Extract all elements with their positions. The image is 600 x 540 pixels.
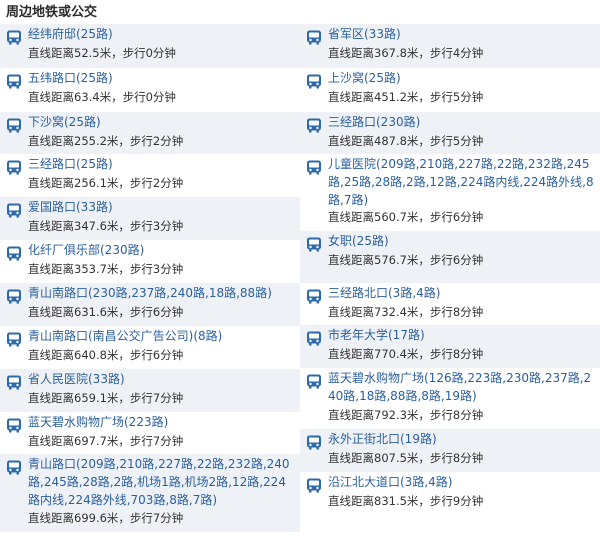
stop-name[interactable]: 省人民医院(33路) [28,370,296,388]
stop-distance: 直线距离451.2米，步行5分钟 [328,90,484,104]
stop-item[interactable]: 三经路口(230路) 直线距离487.8米，步行5分钟 [300,112,600,154]
stop-item[interactable]: 下沙窝(25路) 直线距离255.2米，步行2分钟 [0,112,300,154]
stop-distance: 直线距离697.7米，步行7分钟 [28,434,184,448]
stop-name[interactable]: 儿童医院(209路,210路,227路,22路,232路,245路,25路,28… [328,155,596,209]
stop-distance: 直线距离560.7米，步行6分钟 [328,210,484,224]
stop-distance: 直线距离770.4米，步行8分钟 [328,347,484,361]
stop-name[interactable]: 三经路口(230路) [328,113,596,131]
bus-icon [6,203,22,218]
stop-item[interactable]: 五纬路口(25路) 直线距离63.4米，步行0分钟 [0,68,300,112]
stop-item[interactable]: 青山路口(209路,210路,227路,22路,232路,240路,245路,2… [0,454,300,532]
right-column: 省军区(33路) 直线距离367.8米，步行4分钟 上沙窝(25路) 直线距离4… [300,24,600,516]
stop-item[interactable]: 化纤厂俱乐部(230路) 直线距离353.7米，步行3分钟 [0,240,300,283]
bus-icon [6,160,22,175]
stop-distance: 直线距离699.6米，步行7分钟 [28,511,184,525]
stop-name[interactable]: 沿江北大道口(3路,4路) [328,473,596,491]
stop-item[interactable]: 经纬府邸(25路) 直线距离52.5米，步行0分钟 [0,24,300,68]
bus-icon [6,289,22,304]
bus-icon [306,289,322,304]
bus-icon [306,118,322,133]
bus-icon [306,237,322,252]
stop-distance: 直线距离807.5米，步行8分钟 [328,451,484,465]
stop-item[interactable]: 沿江北大道口(3路,4路) 直线距离831.5米，步行9分钟 [300,472,600,516]
stop-item[interactable]: 儿童医院(209路,210路,227路,22路,232路,245路,25路,28… [300,154,600,231]
bus-icon [306,74,322,89]
bus-icon [6,460,22,475]
stop-distance: 直线距离255.2米，步行2分钟 [28,134,184,148]
stop-name[interactable]: 永外正街北口(19路) [328,430,596,448]
stop-item[interactable]: 三经路口(25路) 直线距离256.1米，步行2分钟 [0,154,300,197]
stop-name[interactable]: 蓝天碧水购物广场(126路,223路,230路,237路,240路,18路,88… [328,369,596,405]
stop-distance: 直线距离256.1米，步行2分钟 [28,176,184,190]
bus-icon [306,435,322,450]
stop-item[interactable]: 省军区(33路) 直线距离367.8米，步行4分钟 [300,24,600,68]
stop-distance: 直线距离347.6米，步行3分钟 [28,219,184,233]
stop-item[interactable]: 青山南路口(南昌公交广告公司)(8路) 直线距离640.8米，步行6分钟 [0,326,300,369]
bus-icon [306,478,322,493]
stop-distance: 直线距离52.5米，步行0分钟 [28,46,176,60]
stop-item[interactable]: 永外正街北口(19路) 直线距离807.5米，步行8分钟 [300,429,600,472]
stop-name[interactable]: 青山南路口(230路,237路,240路,18路,88路) [28,284,296,302]
stop-distance: 直线距离659.1米，步行7分钟 [28,391,184,405]
stop-name[interactable]: 经纬府邸(25路) [28,25,296,43]
stop-distance: 直线距离63.4米，步行0分钟 [28,90,176,104]
stop-item[interactable]: 女职(25路) 直线距离576.7米，步行6分钟 [300,231,600,283]
stop-distance: 直线距离353.7米，步行3分钟 [28,262,184,276]
stop-item[interactable]: 青山南路口(230路,237路,240路,18路,88路) 直线距离631.6米… [0,283,300,326]
left-column: 经纬府邸(25路) 直线距离52.5米，步行0分钟 五纬路口(25路) 直线距离… [0,24,300,532]
stop-name[interactable]: 蓝天碧水购物广场(223路) [28,413,296,431]
bus-icon [6,332,22,347]
stop-name[interactable]: 市老年大学(17路) [328,326,596,344]
bus-icon [6,375,22,390]
stop-name[interactable]: 三经路口(25路) [28,155,296,173]
stop-item[interactable]: 市老年大学(17路) 直线距离770.4米，步行8分钟 [300,325,600,368]
bus-icon [6,30,22,45]
stop-name[interactable]: 下沙窝(25路) [28,113,296,131]
stop-name[interactable]: 女职(25路) [328,232,596,250]
stop-item[interactable]: 蓝天碧水购物广场(223路) 直线距离697.7米，步行7分钟 [0,412,300,454]
stop-item[interactable]: 省人民医院(33路) 直线距离659.1米，步行7分钟 [0,369,300,412]
bus-icon [6,246,22,261]
bus-icon [6,418,22,433]
bus-icon [306,160,322,175]
stop-distance: 直线距离631.6米，步行6分钟 [28,305,184,319]
stop-name[interactable]: 三经路北口(3路,4路) [328,284,596,302]
bus-icon [6,118,22,133]
nearby-transit-panel: 周边地铁或公交 经纬府邸(25路) 直线距离52.5米，步行0分钟 五纬路口(2… [0,0,600,540]
stop-name[interactable]: 上沙窝(25路) [328,69,596,87]
stop-distance: 直线距离487.8米，步行5分钟 [328,134,484,148]
stop-name[interactable]: 五纬路口(25路) [28,69,296,87]
stop-distance: 直线距离792.3米，步行8分钟 [328,408,484,422]
section-title: 周边地铁或公交 [6,5,98,20]
stop-item[interactable]: 蓝天碧水购物广场(126路,223路,230路,237路,240路,18路,88… [300,368,600,429]
bus-icon [306,30,322,45]
stop-name[interactable]: 化纤厂俱乐部(230路) [28,241,296,259]
stop-distance: 直线距离367.8米，步行4分钟 [328,46,484,60]
stop-distance: 直线距离640.8米，步行6分钟 [28,348,184,362]
stop-name[interactable]: 爱国路口(33路) [28,198,296,216]
stop-distance: 直线距离576.7米，步行6分钟 [328,253,484,267]
stop-distance: 直线距离831.5米，步行9分钟 [328,494,484,508]
stop-item[interactable]: 爱国路口(33路) 直线距离347.6米，步行3分钟 [0,197,300,240]
stop-name[interactable]: 青山路口(209路,210路,227路,22路,232路,240路,245路,2… [28,455,296,509]
stop-name[interactable]: 青山南路口(南昌公交广告公司)(8路) [28,327,296,345]
bus-icon [6,74,22,89]
bus-icon [306,331,322,346]
stop-item[interactable]: 上沙窝(25路) 直线距离451.2米，步行5分钟 [300,68,600,112]
bus-icon [306,374,322,389]
stop-distance: 直线距离732.4米，步行8分钟 [328,305,484,319]
stop-item[interactable]: 三经路北口(3路,4路) 直线距离732.4米，步行8分钟 [300,283,600,325]
stop-name[interactable]: 省军区(33路) [328,25,596,43]
